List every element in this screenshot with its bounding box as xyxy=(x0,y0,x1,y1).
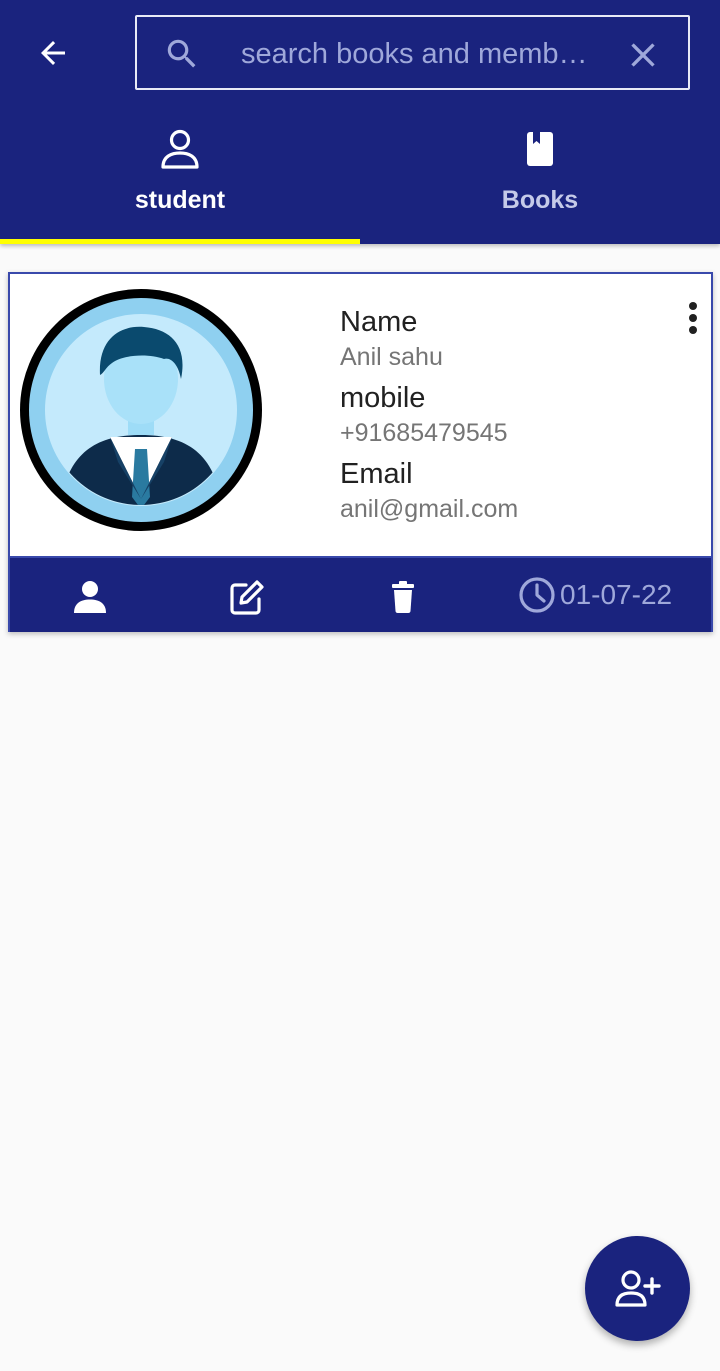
add-member-button[interactable] xyxy=(585,1236,690,1341)
back-button[interactable] xyxy=(22,22,84,84)
date-text: 01-07-22 xyxy=(560,579,673,610)
tab-indicator xyxy=(0,239,360,244)
tab-student-label: student xyxy=(134,186,226,214)
arrow-left-icon xyxy=(41,41,65,65)
card-action-bar: 01-07-22 xyxy=(10,556,711,632)
search-input[interactable] xyxy=(241,31,601,77)
tab-books-label: Books xyxy=(501,186,579,214)
member-info: Name Anil sahu mobile +91685479545 Email… xyxy=(340,304,670,532)
member-card[interactable]: Name Anil sahu mobile +91685479545 Email… xyxy=(8,272,713,632)
mobile-value: +91685479545 xyxy=(340,419,508,447)
mobile-label: mobile xyxy=(340,382,426,414)
avatar xyxy=(20,289,262,531)
email-label: Email xyxy=(340,458,413,490)
tab-books[interactable]: Books xyxy=(360,110,720,244)
clock-icon xyxy=(519,577,555,613)
close-icon[interactable] xyxy=(623,35,663,75)
search-icon xyxy=(167,39,196,68)
delete-icon[interactable] xyxy=(384,578,422,616)
person-outline-icon xyxy=(161,129,199,169)
person-add-icon xyxy=(614,1269,661,1307)
more-vert-icon[interactable] xyxy=(678,298,708,338)
tab-student[interactable]: student xyxy=(0,110,360,244)
edit-icon[interactable] xyxy=(228,578,266,616)
name-value: Anil sahu xyxy=(340,343,443,371)
email-value: anil@gmail.com xyxy=(340,495,519,523)
book-icon xyxy=(527,132,553,166)
name-label: Name xyxy=(340,306,418,338)
app-bar: student Books xyxy=(0,0,720,244)
search-bar xyxy=(135,15,690,90)
person-icon[interactable] xyxy=(71,578,109,616)
